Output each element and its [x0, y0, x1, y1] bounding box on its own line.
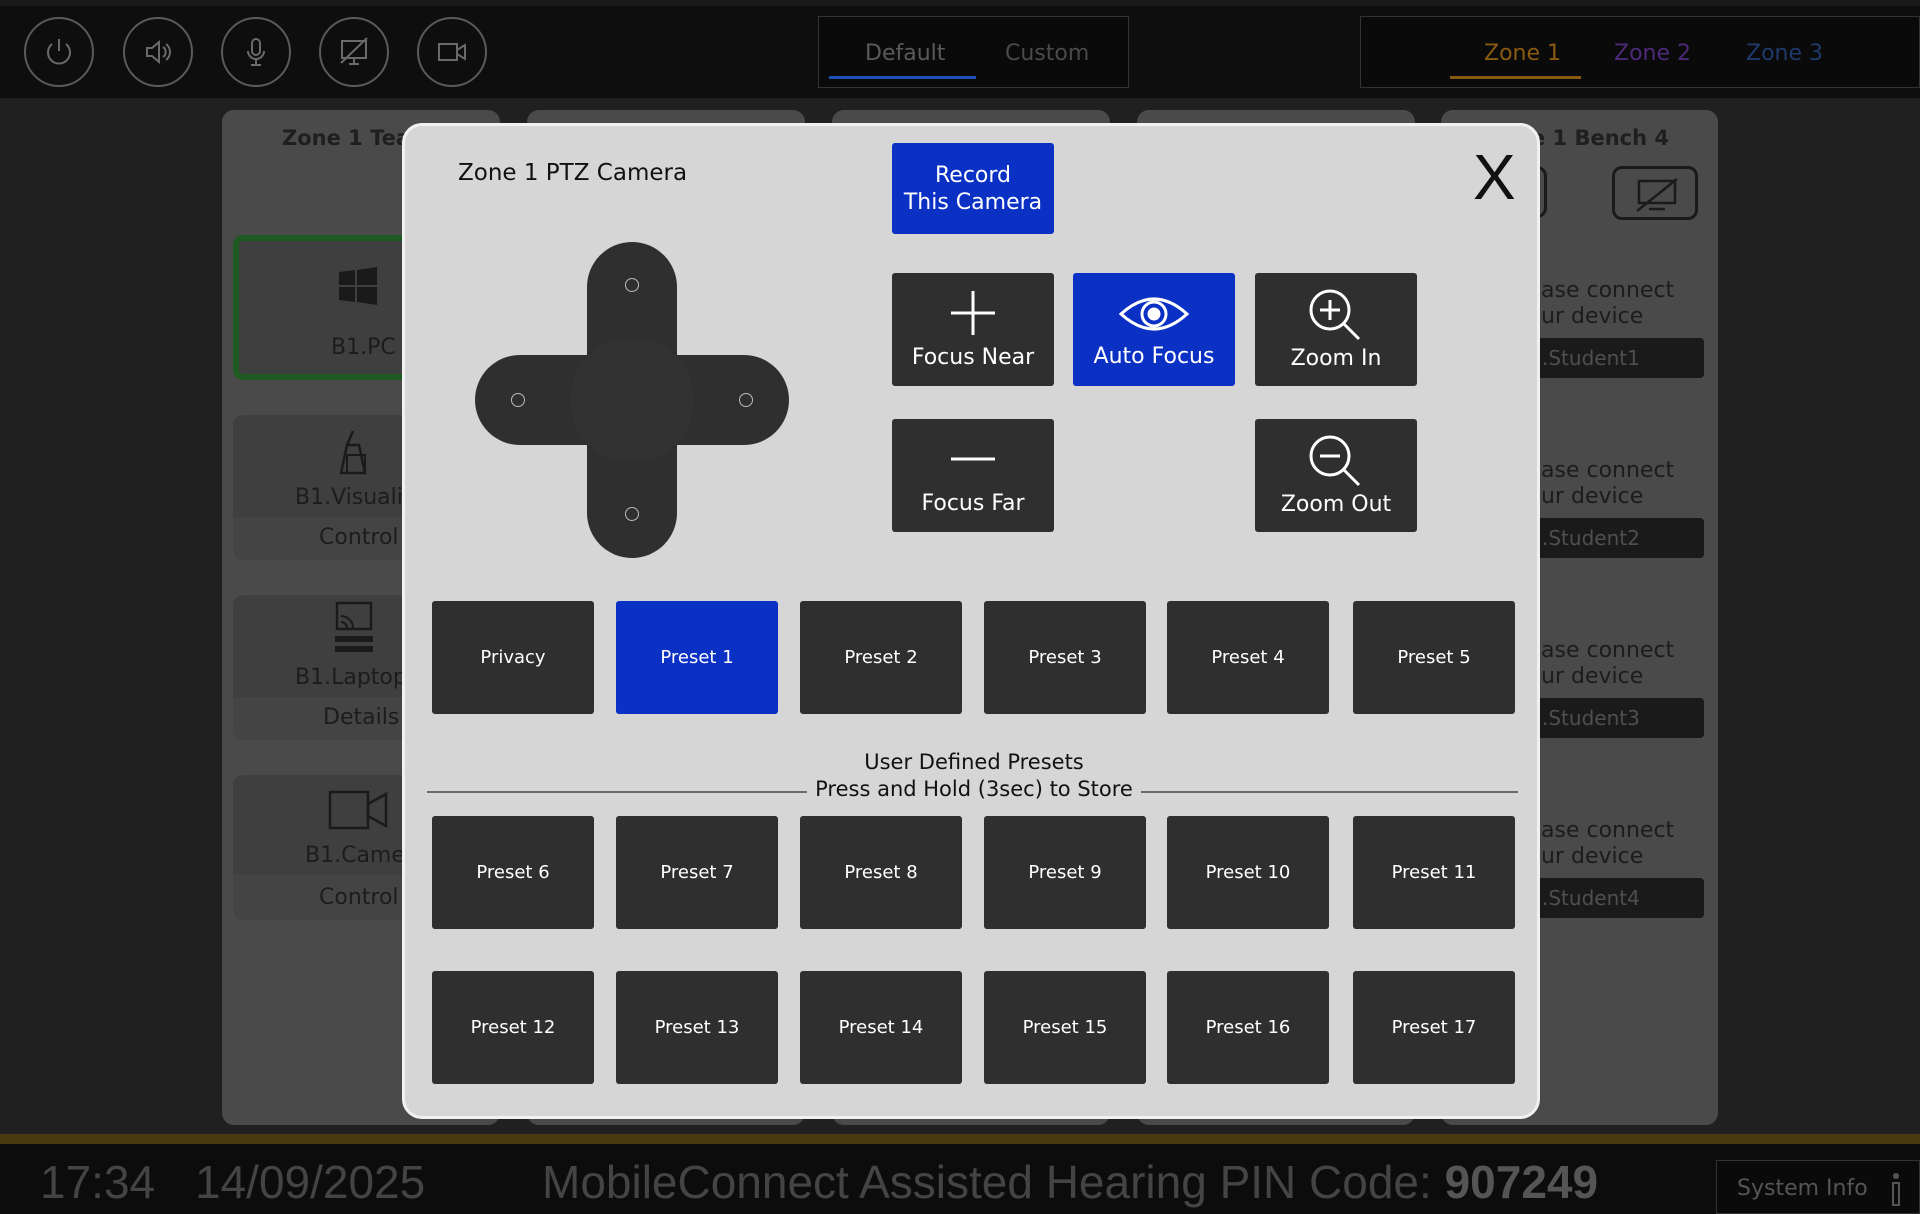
auto-focus-label: Auto Focus	[1093, 344, 1215, 369]
power-icon[interactable]	[24, 17, 94, 87]
please-connect-text: ase connect	[1541, 278, 1675, 303]
system-info-button[interactable]: System Info	[1716, 1160, 1920, 1214]
dpad-right-button[interactable]	[739, 393, 753, 407]
ptz-dpad	[475, 242, 789, 558]
dpad-center	[570, 338, 694, 462]
student-name-bar: .Student3	[1530, 698, 1704, 738]
focus-far-button[interactable]: Focus Far	[892, 419, 1054, 532]
speaker-icon[interactable]	[123, 17, 193, 87]
preset-15-button[interactable]: Preset 15	[984, 971, 1146, 1084]
info-icon	[1892, 1173, 1900, 1206]
display-off-icon[interactable]	[1612, 166, 1698, 220]
preset-7-button[interactable]: Preset 7	[616, 816, 778, 929]
eye-icon	[1118, 297, 1190, 331]
auto-focus-button[interactable]: Auto Focus	[1073, 273, 1235, 386]
preset-4-button[interactable]: Preset 4	[1167, 601, 1329, 714]
ptz-camera-dialog: Zone 1 PTZ Camera Record This Camera X F…	[402, 123, 1540, 1119]
student-name-bar: .Student1	[1530, 338, 1704, 378]
laptop-details-link[interactable]: Details	[323, 705, 399, 730]
please-connect-text: ur device	[1541, 484, 1644, 509]
laptop-cast-icon	[335, 601, 373, 652]
user-presets-header: User Defined Presets Press and Hold (3se…	[807, 749, 1141, 803]
preset-2-button[interactable]: Preset 2	[800, 601, 962, 714]
zoom-out-button[interactable]: Zoom Out	[1255, 419, 1417, 532]
tab-custom[interactable]: Custom	[1005, 41, 1089, 66]
student-name-bar: .Student4	[1530, 878, 1704, 918]
preset-10-button[interactable]: Preset 10	[1167, 816, 1329, 929]
please-connect-text: ase connect	[1541, 818, 1675, 843]
please-connect-text: ase connect	[1541, 458, 1675, 483]
preset-17-button[interactable]: Preset 17	[1353, 971, 1515, 1084]
plus-icon	[951, 291, 995, 335]
dpad-up-button[interactable]	[625, 278, 639, 292]
preset-16-button[interactable]: Preset 16	[1167, 971, 1329, 1084]
display-off-icon[interactable]	[319, 17, 389, 87]
camera-control-link[interactable]: Control	[319, 885, 399, 910]
privacy-preset-button[interactable]: Privacy	[432, 601, 594, 714]
tab-zone-1-underline	[1450, 76, 1581, 79]
pin-info: MobileConnect Assisted Hearing PIN Code:…	[542, 1155, 1598, 1209]
preset-9-button[interactable]: Preset 9	[984, 816, 1146, 929]
preset-5-button[interactable]: Preset 5	[1353, 601, 1515, 714]
zoom-in-button[interactable]: Zoom In	[1255, 273, 1417, 386]
user-presets-title: User Defined Presets	[864, 750, 1084, 774]
dpad-down-button[interactable]	[625, 507, 639, 521]
please-connect-text: ur device	[1541, 664, 1644, 689]
dpad-left-button[interactable]	[511, 393, 525, 407]
dialog-title: Zone 1 PTZ Camera	[458, 160, 688, 186]
minus-icon	[951, 457, 995, 461]
source-label-camera: B1.Camer	[305, 843, 414, 868]
tab-zone-3[interactable]: Zone 3	[1746, 41, 1823, 66]
view-selector: Default Custom	[818, 16, 1129, 88]
preset-11-button[interactable]: Preset 11	[1353, 816, 1515, 929]
focus-near-label: Focus Near	[911, 345, 1035, 370]
source-label-pc: B1.PC	[331, 335, 396, 360]
tab-zone-1[interactable]: Zone 1	[1484, 41, 1561, 66]
status-accent-bar	[0, 1134, 1920, 1144]
record-label-line1: Record	[934, 162, 1011, 188]
column-title-bench-4: e 1 Bench 4	[1531, 126, 1669, 150]
close-button[interactable]: X	[1473, 140, 1516, 214]
divider-right	[1141, 791, 1518, 793]
visualiser-control-link[interactable]: Control	[319, 525, 399, 550]
visualiser-icon	[339, 430, 367, 475]
please-connect-text: ase connect	[1541, 638, 1675, 663]
preset-13-button[interactable]: Preset 13	[616, 971, 778, 1084]
focus-near-button[interactable]: Focus Near	[892, 273, 1054, 386]
windows-icon	[339, 267, 377, 305]
source-label-laptop: B1.Laptop	[295, 665, 407, 690]
tab-default-underline	[829, 76, 976, 79]
microphone-icon[interactable]	[221, 17, 291, 87]
zoom-out-icon	[1309, 435, 1361, 487]
pin-label: MobileConnect Assisted Hearing PIN Code:	[542, 1156, 1445, 1208]
please-connect-text: ur device	[1541, 304, 1644, 329]
camera-icon[interactable]	[417, 17, 487, 87]
preset-12-button[interactable]: Preset 12	[432, 971, 594, 1084]
system-info-label: System Info	[1737, 1176, 1868, 1201]
please-connect-text: ur device	[1541, 844, 1644, 869]
zoom-in-icon	[1309, 289, 1361, 341]
preset-6-button[interactable]: Preset 6	[432, 816, 594, 929]
focus-far-label: Focus Far	[921, 491, 1025, 516]
preset-1-button[interactable]: Preset 1	[616, 601, 778, 714]
tab-default[interactable]: Default	[865, 41, 945, 66]
user-presets-hint: Press and Hold (3sec) to Store	[815, 777, 1133, 801]
source-label-visualiser: B1.Visualis	[295, 485, 415, 510]
clock-time: 17:34	[40, 1156, 156, 1208]
zone-selector: Zone 1 Zone 2 Zone 3	[1360, 16, 1920, 88]
record-label-line2: This Camera	[903, 189, 1043, 215]
preset-3-button[interactable]: Preset 3	[984, 601, 1146, 714]
camera-icon	[328, 790, 388, 830]
pin-code: 907249	[1444, 1156, 1599, 1208]
student-name-bar: .Student2	[1530, 518, 1704, 558]
tab-zone-2[interactable]: Zone 2	[1614, 41, 1691, 66]
zoom-in-label: Zoom In	[1290, 346, 1382, 371]
preset-14-button[interactable]: Preset 14	[800, 971, 962, 1084]
clock-date: 14/09/2025	[195, 1156, 426, 1208]
record-camera-button[interactable]: Record This Camera	[892, 143, 1054, 234]
preset-8-button[interactable]: Preset 8	[800, 816, 962, 929]
divider-left	[427, 791, 807, 793]
zoom-out-label: Zoom Out	[1280, 492, 1392, 517]
